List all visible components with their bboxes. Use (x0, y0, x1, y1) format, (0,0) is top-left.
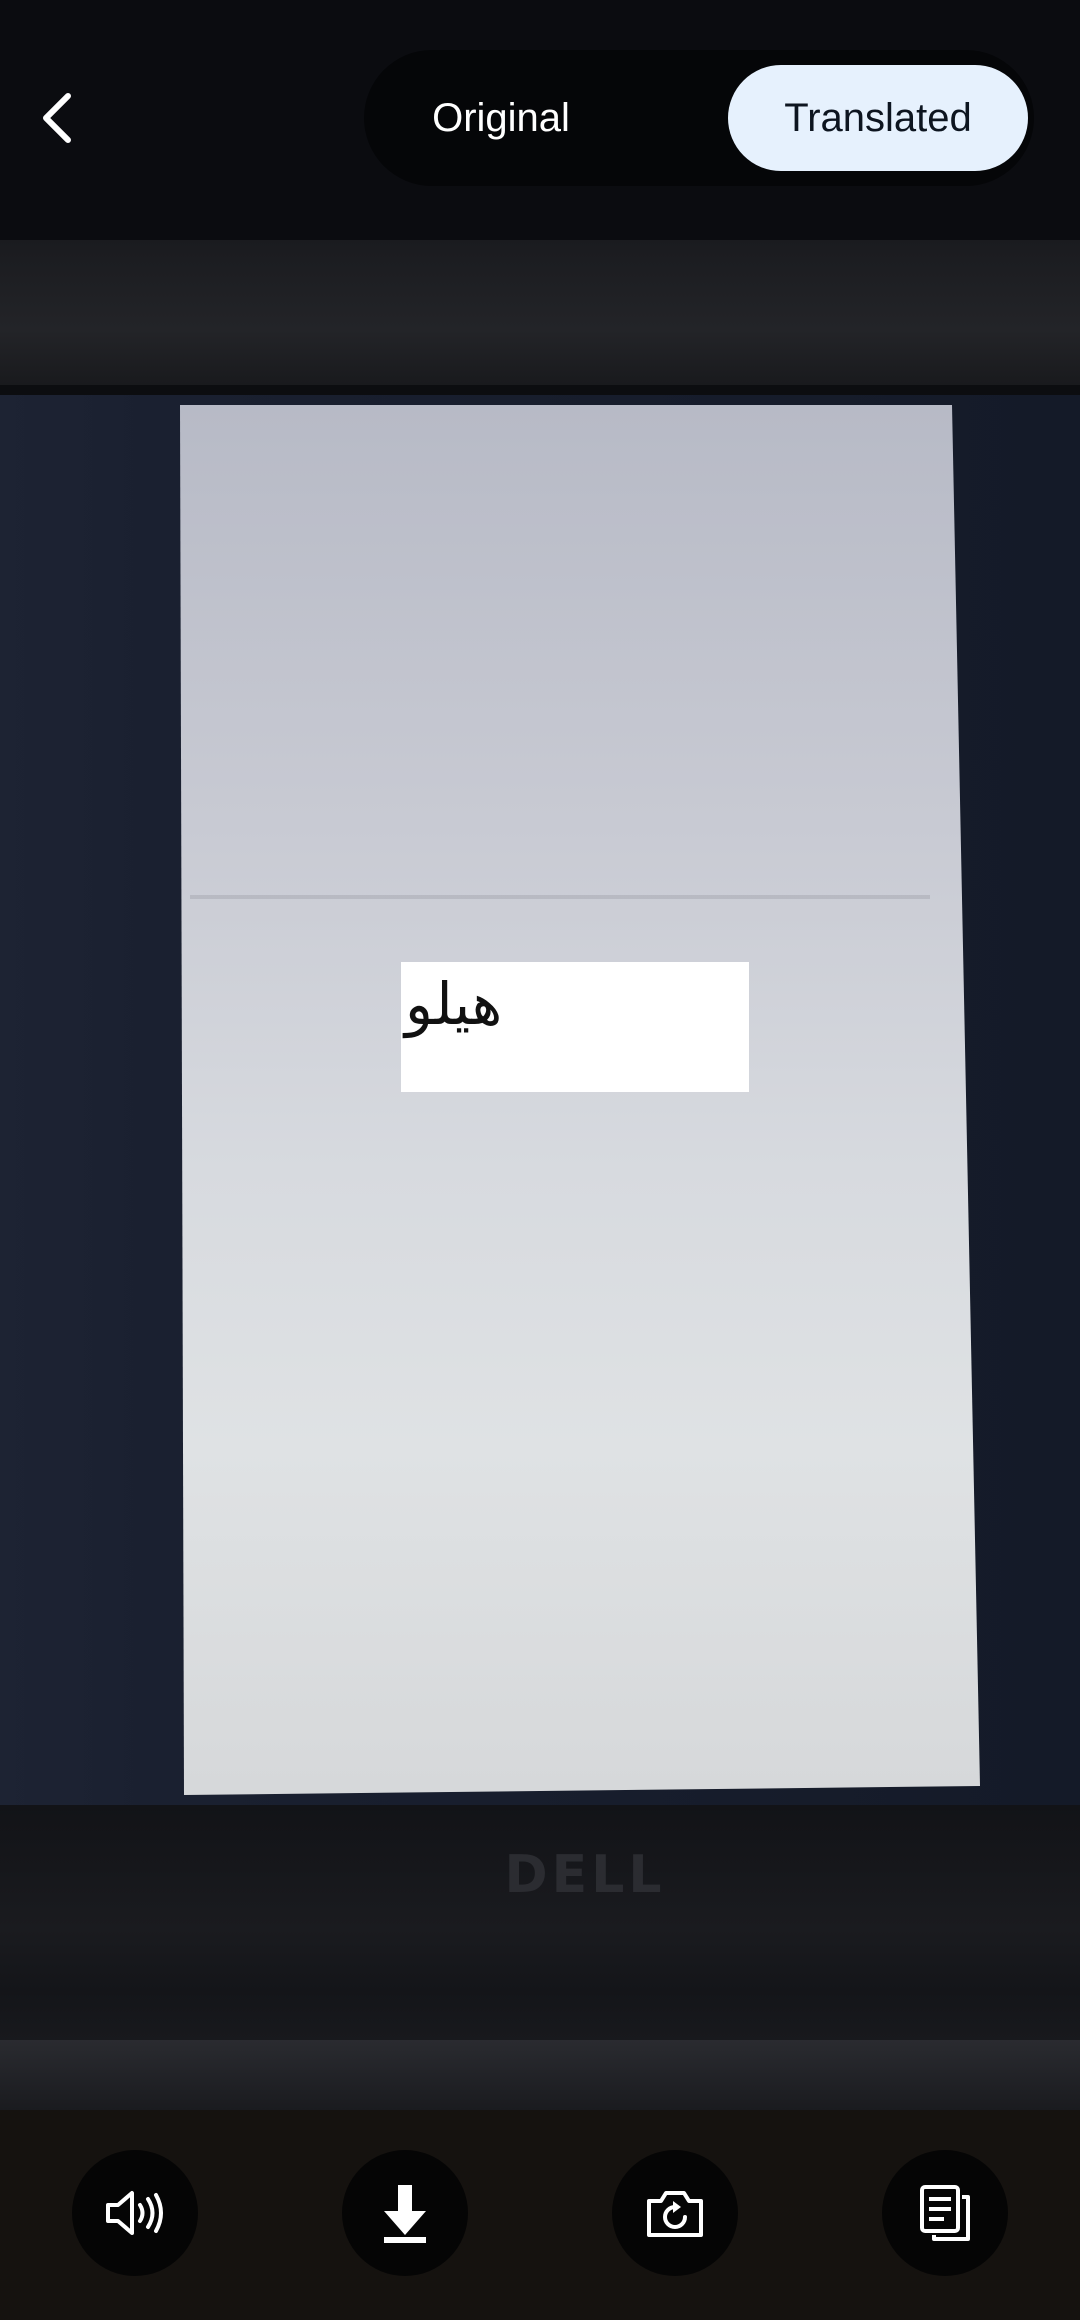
chevron-left-icon (43, 93, 71, 143)
retake-camera-icon (647, 2191, 703, 2237)
monitor-bezel-edge (0, 385, 1080, 395)
top-bar: Original Translated (0, 0, 1080, 240)
translation-overlay[interactable]: هیلو (401, 962, 749, 1092)
tab-original[interactable]: Original (364, 65, 638, 171)
speaker-icon (106, 2191, 163, 2235)
retake-button[interactable] (612, 2150, 738, 2276)
download-button[interactable] (342, 2150, 468, 2276)
listen-button[interactable] (72, 2150, 198, 2276)
camera-photo: هیلو DELL (0, 240, 1080, 2110)
brand-logo: DELL (504, 1845, 666, 1905)
page-fold-line (190, 895, 930, 899)
monitor-bezel-top (0, 240, 1080, 390)
copy-text-icon (920, 2185, 970, 2241)
copy-text-button[interactable] (882, 2150, 1008, 2276)
back-button[interactable] (22, 78, 90, 158)
translated-text: هیلو (405, 970, 503, 1038)
view-mode-toggle: Original Translated (364, 50, 1034, 186)
monitor-bottom-edge (0, 2040, 1080, 2110)
document-page (180, 405, 980, 1795)
download-icon (384, 2185, 426, 2243)
action-bar (0, 2110, 1080, 2320)
tab-translated[interactable]: Translated (728, 65, 1028, 171)
